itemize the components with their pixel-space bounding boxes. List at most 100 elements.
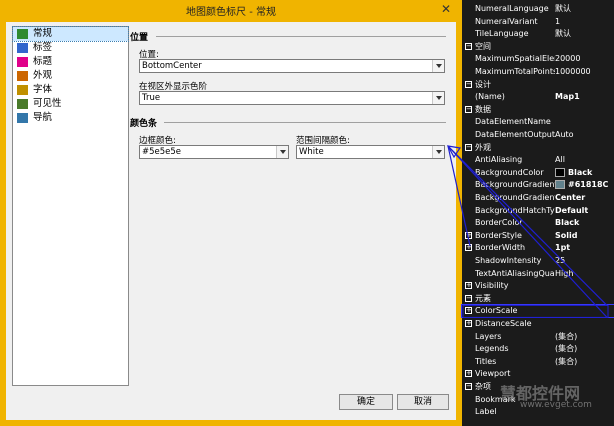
property-row[interactable]: + ColorScale [461,304,614,319]
property-row[interactable]: MaximumTotalPoints 1000000 [462,66,614,78]
property-category[interactable]: − 数据 [462,104,614,116]
property-category[interactable]: − 空间 [462,41,614,53]
property-row[interactable]: BackgroundHatchTypeDefault [462,205,614,217]
property-name: 空间 [475,41,491,51]
property-name: MaximumTotalPoints [475,67,555,76]
property-row[interactable]: Titles (集合) [462,356,614,368]
property-row[interactable]: AntiAliasing All [462,154,614,166]
property-name: DataElementOutput [475,130,555,139]
range-gap-color-combo[interactable]: White [296,145,445,159]
property-category[interactable]: − 设计 [462,79,614,91]
close-button[interactable]: ✕ [436,1,456,17]
position-combo[interactable]: BottomCenter [139,59,445,73]
property-row[interactable]: BackgroundGradientTypeCenter [462,192,614,204]
nav-item[interactable]: 标签 [13,41,128,55]
property-row[interactable]: NumeralLanguage 默认 [462,3,614,15]
property-row[interactable]: BackgroundColor Black [462,167,614,179]
expand-icon[interactable]: + [465,320,472,327]
collapse-icon[interactable]: − [465,383,472,390]
property-row[interactable]: DataElementOutput Auto [462,129,614,141]
property-row[interactable]: NumeralVariant 1 [462,16,614,28]
property-value[interactable]: (集合) [555,343,577,355]
chevron-down-icon[interactable] [432,60,444,72]
property-name: DistanceScale [475,319,532,328]
property-row[interactable]: TileLanguage 默认 [462,28,614,40]
property-row[interactable]: Layers (集合) [462,331,614,343]
collapse-icon[interactable]: − [465,42,472,50]
property-name: ColorScale [475,306,518,316]
nav-item[interactable]: 可见性 [13,97,128,111]
property-row[interactable]: + Viewport [462,368,614,380]
property-category[interactable]: − 外观 [462,142,614,154]
property-value[interactable]: Default [555,205,588,217]
collapse-icon[interactable]: − [465,80,472,88]
property-value[interactable]: Solid [555,230,577,242]
chevron-down-icon[interactable] [432,92,444,104]
property-row[interactable]: BorderColor Black [462,217,614,229]
property-value[interactable]: Center [555,192,585,204]
nav-item[interactable]: 标题 [13,55,128,69]
expand-icon[interactable]: + [465,307,472,315]
property-value[interactable]: (集合) [555,356,577,368]
expand-icon[interactable]: + [465,231,472,239]
property-row[interactable]: DataElementName [462,116,614,128]
position-combo-value: BottomCenter [142,61,202,71]
property-name: DataElementName [475,117,551,127]
nav-item[interactable]: 字体 [13,83,128,97]
property-row[interactable]: + BorderWidth 1pt [462,242,614,254]
font-icon [17,85,28,95]
position-section-title: 位置 [130,33,149,43]
property-row[interactable]: BackgroundGradientEndColor #61818C [462,179,614,191]
expand-icon[interactable]: + [465,370,472,378]
property-row[interactable]: MaximumSpatialElements20000 [462,53,614,65]
property-row[interactable]: Legends (集合) [462,343,614,355]
nav-item[interactable]: 导航 [13,111,128,125]
property-name: AntiAliasing [475,155,523,165]
property-value[interactable]: All [555,154,565,166]
property-name: TextAntiAliasingQuality [475,268,555,278]
property-row[interactable]: + DistanceScale [462,318,614,330]
property-row[interactable]: (Name) Map1 [462,91,614,103]
collapse-icon[interactable]: − [465,105,472,113]
border-color-combo[interactable]: #5e5e5e [139,145,289,159]
property-value[interactable]: High [555,268,573,280]
property-value[interactable]: 默认 [555,28,571,40]
collapse-icon[interactable]: − [465,294,472,302]
property-name: BorderStyle [475,230,522,240]
chevron-down-icon[interactable] [276,146,288,158]
dialog-title: 地图颜色标尺 - 常规 [186,7,276,18]
expand-icon[interactable]: + [465,282,472,290]
property-value[interactable]: 1 [555,16,560,28]
chevron-down-icon[interactable] [432,146,444,158]
property-name: BackgroundColor [475,167,544,177]
nav-item[interactable]: 外观 [13,69,128,83]
collapse-icon[interactable]: − [465,143,472,151]
show-outside-combo[interactable]: True [139,91,445,105]
property-value[interactable]: 25 [555,255,565,267]
property-name: TileLanguage [475,29,529,39]
property-value[interactable]: Map1 [555,91,580,103]
property-value[interactable]: #61818C [568,179,608,191]
property-value[interactable]: 默认 [555,3,571,15]
property-row[interactable]: + BorderStyle Solid [462,230,614,242]
property-row[interactable]: TextAntiAliasingQualityHigh [462,268,614,280]
labels-icon [17,43,28,53]
border-color-combo-value: #5e5e5e [142,147,182,157]
property-row[interactable]: + Visibility [462,280,614,292]
property-value[interactable]: (集合) [555,331,577,343]
property-value[interactable]: 1pt [555,242,570,254]
property-row[interactable]: ShadowIntensity 25 [462,255,614,267]
dialog-titlebar[interactable]: 地图颜色标尺 - 常规 ✕ [0,0,462,22]
nav-item-label: 字体 [33,84,53,95]
property-value[interactable]: 20000 [555,53,580,65]
property-category[interactable]: − 元素 [462,293,614,305]
property-value[interactable]: Black [555,217,579,229]
cancel-button[interactable]: 取消 [397,394,449,410]
property-value[interactable]: Black [568,167,592,179]
close-icon: ✕ [440,2,452,16]
property-value[interactable]: Auto [555,129,574,141]
property-value[interactable]: 1000000 [555,66,591,78]
ok-button[interactable]: 确定 [339,394,393,410]
nav-item[interactable]: 常规 [12,26,129,42]
expand-icon[interactable]: + [465,244,472,252]
